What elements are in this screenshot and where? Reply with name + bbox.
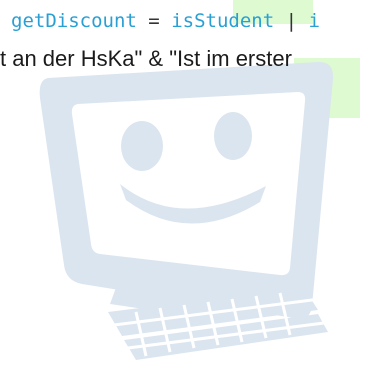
slide-canvas: getDiscount = isStudent | i t an der HsK… — [0, 0, 380, 384]
code-token-getdiscount: getDiscount — [11, 10, 137, 32]
code-token-pipe: | — [285, 10, 298, 32]
monitor-screen — [71, 92, 306, 276]
code-line: getDiscount = isStudent | i — [11, 9, 320, 33]
right-eye — [214, 112, 252, 160]
condition-text: t an der HsKa" & "Ist im erster — [0, 46, 292, 71]
code-token-equals: = — [148, 10, 160, 32]
code-token-isstudent: isStudent — [171, 10, 275, 32]
left-eye — [121, 121, 163, 171]
code-token-partial: i — [308, 10, 320, 32]
